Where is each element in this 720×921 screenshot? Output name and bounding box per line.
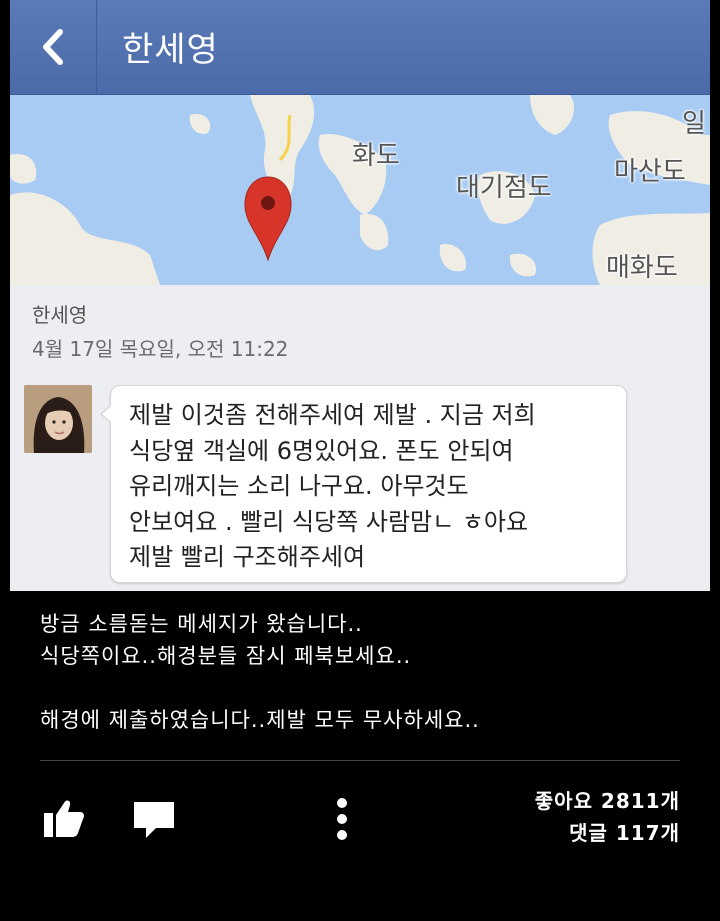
more-icon[interactable] (333, 797, 351, 841)
caption-line (40, 672, 480, 704)
message-line: 안보여요 . 빨리 식당쪽 사람맘ㄴ ㅎ아요 (129, 507, 529, 536)
message-line: 유리깨지는 소리 나구요. 아무것도 (129, 472, 469, 500)
divider (40, 760, 680, 761)
map-graphic (10, 95, 710, 285)
comment-icon[interactable] (132, 800, 176, 840)
location-map[interactable]: 화도 대기점도 마산도 매화도 일 (10, 95, 710, 286)
message-text: 제발 이것좀 전해주세여 제발 . 지금 저희 식당옆 객실에 6명있어요. 폰… (129, 398, 619, 576)
post-stats: 좋아요 2811개 댓글 117개 (535, 785, 680, 849)
map-pin-icon (244, 176, 292, 262)
post-caption: 방금 소름돋는 메세지가 왔습니다.. 식당쪽이요..해경분들 잠시 페북보세요… (40, 608, 480, 736)
map-label: 마산도 (614, 157, 686, 187)
page-title: 한세영 (122, 30, 219, 70)
message-bubble: 제발 이것좀 전해주세여 제발 . 지금 저희 식당옆 객실에 6명있어요. 폰… (100, 385, 627, 583)
like-icon[interactable] (42, 795, 86, 839)
avatar[interactable] (24, 385, 92, 453)
caption-line: 식당쪽이요..해경분들 잠시 페북보세요.. (40, 644, 412, 668)
message-line: 제발 이것좀 전해주세여 제발 . 지금 저희 (129, 401, 536, 429)
back-arrow-icon (43, 29, 63, 65)
map-label: 대기점도 (456, 173, 552, 203)
back-button[interactable] (10, 0, 97, 94)
screen: 한세영 화도 대기점도 마산도 매화도 일 한세영 4월 17일 목요일, 오전… (0, 0, 720, 921)
likes-count[interactable]: 좋아요 2811개 (535, 785, 680, 817)
map-label: 일 (682, 109, 706, 139)
caption-line: 방금 소름돋는 메세지가 왔습니다.. (40, 612, 363, 636)
author-name[interactable]: 한세영 (32, 299, 87, 328)
message-post: 한세영 4월 17일 목요일, 오전 11:22 제발 이것좀 전해주세여 제발… (10, 285, 710, 591)
message-line: 제발 빨리 구조해주세여 (129, 543, 366, 571)
map-label: 매화도 (606, 253, 678, 283)
map-label: 화도 (352, 141, 400, 171)
timestamp: 4월 17일 목요일, 오전 11:22 (32, 337, 289, 361)
top-bar: 한세영 (10, 0, 710, 96)
comments-count[interactable]: 댓글 117개 (535, 817, 680, 849)
message-line: 식당옆 객실에 6명있어요. 폰도 안되여 (129, 436, 514, 465)
profile-photo (24, 385, 92, 453)
caption-line: 해경에 제출하였습니다..제발 모두 무사하세요.. (40, 708, 480, 732)
